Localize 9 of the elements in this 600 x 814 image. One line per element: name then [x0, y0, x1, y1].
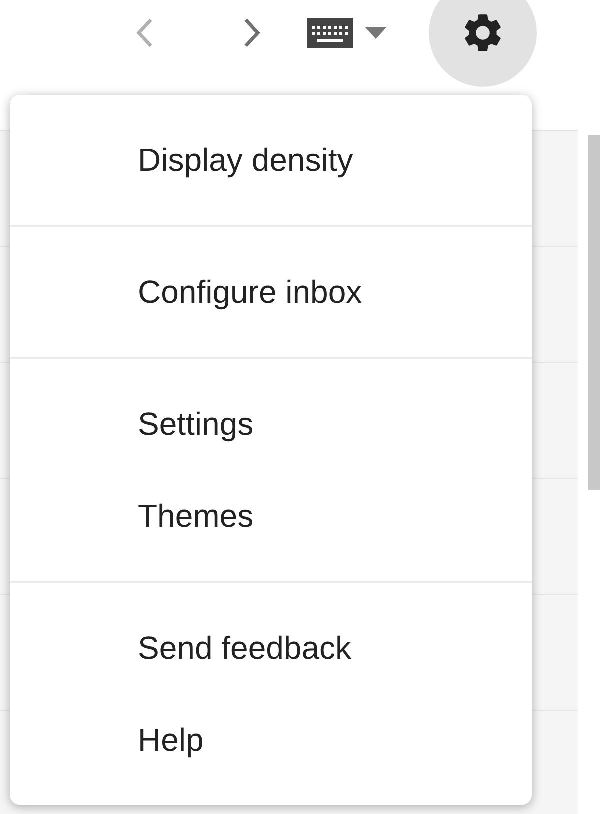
menu-item[interactable]: Settings: [10, 378, 532, 470]
menu-item[interactable]: Send feedback: [10, 602, 532, 694]
caret-icon: [365, 26, 387, 38]
menu-item[interactable]: Themes: [10, 470, 532, 562]
menu-item[interactable]: Display density: [10, 114, 532, 206]
scrollbar[interactable]: [588, 135, 600, 490]
menu-item[interactable]: Configure inbox: [10, 246, 532, 338]
keyboard-icon: [307, 18, 353, 48]
menu-item[interactable]: Help: [10, 694, 532, 786]
